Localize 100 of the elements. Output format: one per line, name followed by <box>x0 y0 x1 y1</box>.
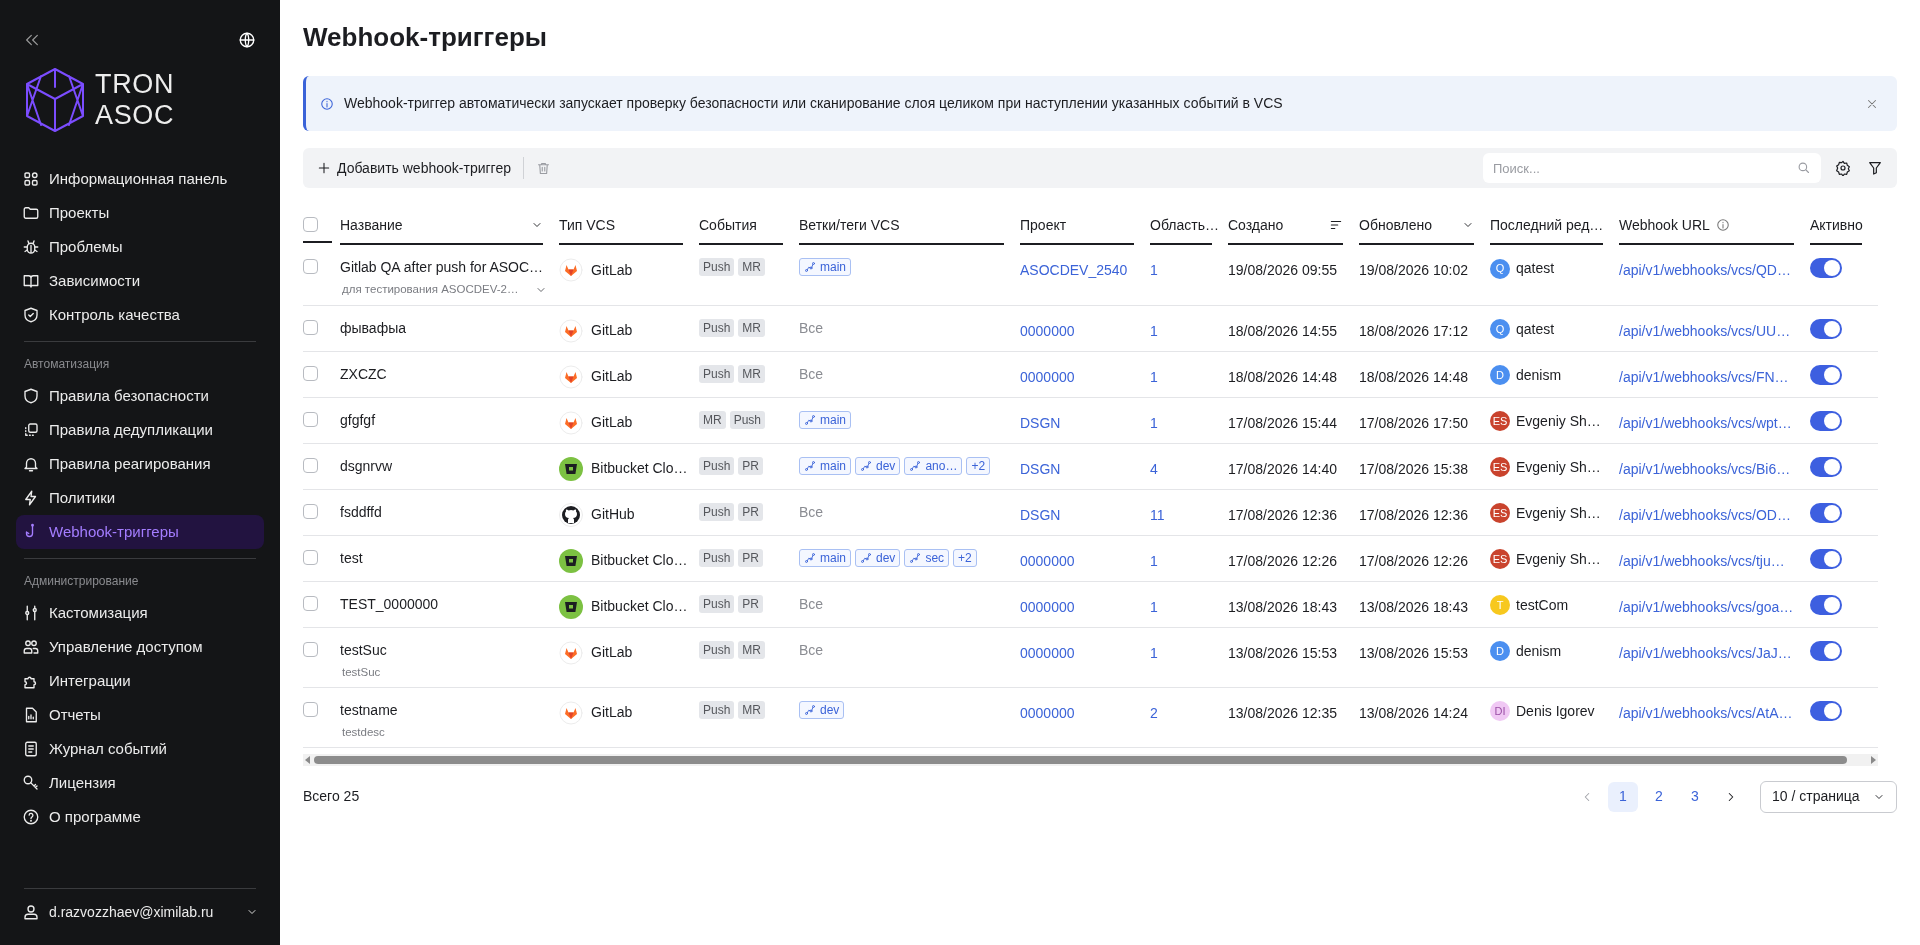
project-link[interactable]: DSGN <box>1020 414 1061 431</box>
project-link[interactable]: 0000000 <box>1020 598 1075 615</box>
active-toggle[interactable] <box>1810 456 1842 477</box>
column-header[interactable]: Тип VCS <box>559 214 615 236</box>
project-link[interactable]: 0000000 <box>1020 704 1075 721</box>
active-toggle[interactable] <box>1810 548 1842 569</box>
column-header[interactable]: Проект <box>1020 214 1067 236</box>
sidebar-item[interactable]: Проекты <box>16 196 264 230</box>
event-tag: MR <box>738 700 766 719</box>
column-header[interactable]: Ветки/теги VCS <box>799 214 900 236</box>
webhook-url-link[interactable]: /api/v1/webhooks/vcs/QD… <box>1619 262 1791 278</box>
scope-link[interactable]: 1 <box>1150 368 1158 385</box>
trash-icon[interactable] <box>535 160 551 176</box>
project-link[interactable]: 0000000 <box>1020 368 1075 385</box>
column-header[interactable]: Активно <box>1810 214 1863 236</box>
sidebar-item[interactable]: Проблемы <box>16 230 264 264</box>
globe-icon[interactable] <box>238 31 256 49</box>
column-header[interactable]: Создано <box>1228 214 1284 236</box>
sidebar-item[interactable]: Webhook-триггеры <box>16 515 264 549</box>
sidebar-item[interactable]: Правила безопасности <box>16 379 264 413</box>
sidebar-item[interactable]: Лицензия <box>16 766 264 800</box>
checkbox[interactable] <box>303 503 318 519</box>
webhook-url-link[interactable]: /api/v1/webhooks/vcs/JaJ… <box>1619 644 1792 661</box>
scope-link[interactable]: 1 <box>1150 644 1158 661</box>
project-link[interactable]: DSGN <box>1020 506 1061 523</box>
active-toggle[interactable] <box>1810 700 1842 721</box>
page-size-select[interactable]: 10 / страница <box>1760 780 1897 813</box>
sidebar-item[interactable]: Политики <box>16 481 264 515</box>
checkbox[interactable] <box>303 549 318 565</box>
column-header[interactable]: Последний ред… <box>1490 214 1604 236</box>
checkbox[interactable] <box>303 641 318 657</box>
project-link[interactable]: 0000000 <box>1020 552 1075 569</box>
event-tag: MR <box>699 410 726 429</box>
project-link[interactable]: 0000000 <box>1020 322 1075 339</box>
active-toggle[interactable] <box>1810 258 1842 278</box>
active-toggle[interactable] <box>1810 364 1842 385</box>
sidebar-item[interactable]: Правила дедупликации <box>16 413 264 447</box>
column-header[interactable]: События <box>699 214 757 236</box>
horizontal-scrollbar[interactable] <box>303 753 1878 766</box>
active-toggle[interactable] <box>1810 594 1842 615</box>
add-button[interactable]: Добавить webhook-триггер <box>317 153 511 183</box>
webhook-url-link[interactable]: /api/v1/webhooks/vcs/wpt… <box>1619 414 1792 431</box>
webhook-url-link[interactable]: /api/v1/webhooks/vcs/Bi6… <box>1619 460 1791 477</box>
checkbox[interactable] <box>303 411 318 427</box>
sidebar-item[interactable]: Журнал событий <box>16 732 264 766</box>
sidebar-item[interactable]: Управление доступом <box>16 630 264 664</box>
sidebar-item[interactable]: Зависимости <box>16 264 264 298</box>
sidebar-item[interactable]: Правила реагирования <box>16 447 264 481</box>
created-date: 13/08/2026 18:43 <box>1228 598 1337 615</box>
checkbox[interactable] <box>303 701 318 717</box>
scope-link[interactable]: 1 <box>1150 322 1158 339</box>
webhook-url-link[interactable]: /api/v1/webhooks/vcs/FN… <box>1619 368 1789 385</box>
more-tag[interactable]: +2 <box>953 548 977 567</box>
active-toggle[interactable] <box>1810 640 1842 661</box>
info-icon[interactable] <box>1715 218 1730 232</box>
sidebar-item[interactable]: Кастомизация <box>16 596 264 630</box>
sidebar-item[interactable]: Отчеты <box>16 698 264 732</box>
webhook-url-link[interactable]: /api/v1/webhooks/vcs/UU… <box>1619 322 1791 339</box>
project-link[interactable]: 0000000 <box>1020 644 1075 661</box>
column-header[interactable]: Область… <box>1150 214 1219 236</box>
column-header[interactable]: Webhook URL <box>1619 214 1710 236</box>
scope-link[interactable]: 11 <box>1150 506 1165 523</box>
checkbox[interactable] <box>303 365 318 381</box>
column-header[interactable]: Обновлено <box>1359 214 1432 236</box>
project-link[interactable]: DSGN <box>1020 460 1061 477</box>
checkbox[interactable] <box>303 259 318 274</box>
user-menu[interactable]: d.razvozzhaev@ximilab.ru <box>16 889 264 935</box>
scope-link[interactable]: 1 <box>1150 414 1158 431</box>
sidebar-item[interactable]: Информационная панель <box>16 162 264 196</box>
scope-link[interactable]: 1 <box>1150 552 1158 569</box>
checkbox[interactable] <box>303 595 318 611</box>
scope-link[interactable]: 4 <box>1150 460 1158 477</box>
scope-link[interactable]: 2 <box>1150 704 1158 721</box>
sidebar-item[interactable]: Интеграции <box>16 664 264 698</box>
column-header[interactable]: Название <box>340 214 403 236</box>
webhook-url-link[interactable]: /api/v1/webhooks/vcs/tju… <box>1619 552 1785 569</box>
checkbox[interactable] <box>303 319 318 335</box>
active-toggle[interactable] <box>1810 318 1842 339</box>
webhook-url-link[interactable]: /api/v1/webhooks/vcs/goa… <box>1619 598 1794 615</box>
checkbox[interactable] <box>303 457 318 473</box>
page-button[interactable]: 2 <box>1644 781 1674 812</box>
collapse-icon[interactable] <box>24 32 40 48</box>
sidebar-item[interactable]: Контроль качества <box>16 298 264 332</box>
checkbox[interactable] <box>303 217 318 232</box>
scope-link[interactable]: 1 <box>1150 598 1158 615</box>
page-button[interactable]: 1 <box>1608 781 1638 812</box>
project-link[interactable]: ASOCDEV_2540 <box>1020 262 1128 278</box>
sidebar-item[interactable]: О программе <box>16 800 264 834</box>
event-tag: MR <box>738 318 766 337</box>
settings-icon[interactable] <box>1835 160 1851 176</box>
webhook-url-link[interactable]: /api/v1/webhooks/vcs/OD… <box>1619 506 1791 523</box>
search-field[interactable]: Поиск... <box>1483 153 1821 183</box>
active-toggle[interactable] <box>1810 410 1842 431</box>
scope-link[interactable]: 1 <box>1150 262 1158 278</box>
more-tag[interactable]: +2 <box>966 456 991 475</box>
filter-icon[interactable] <box>1867 160 1883 176</box>
webhook-url-link[interactable]: /api/v1/webhooks/vcs/AtA… <box>1619 704 1793 721</box>
sort-icon[interactable] <box>1329 218 1343 232</box>
active-toggle[interactable] <box>1810 502 1842 523</box>
page-button[interactable]: 3 <box>1680 781 1710 812</box>
